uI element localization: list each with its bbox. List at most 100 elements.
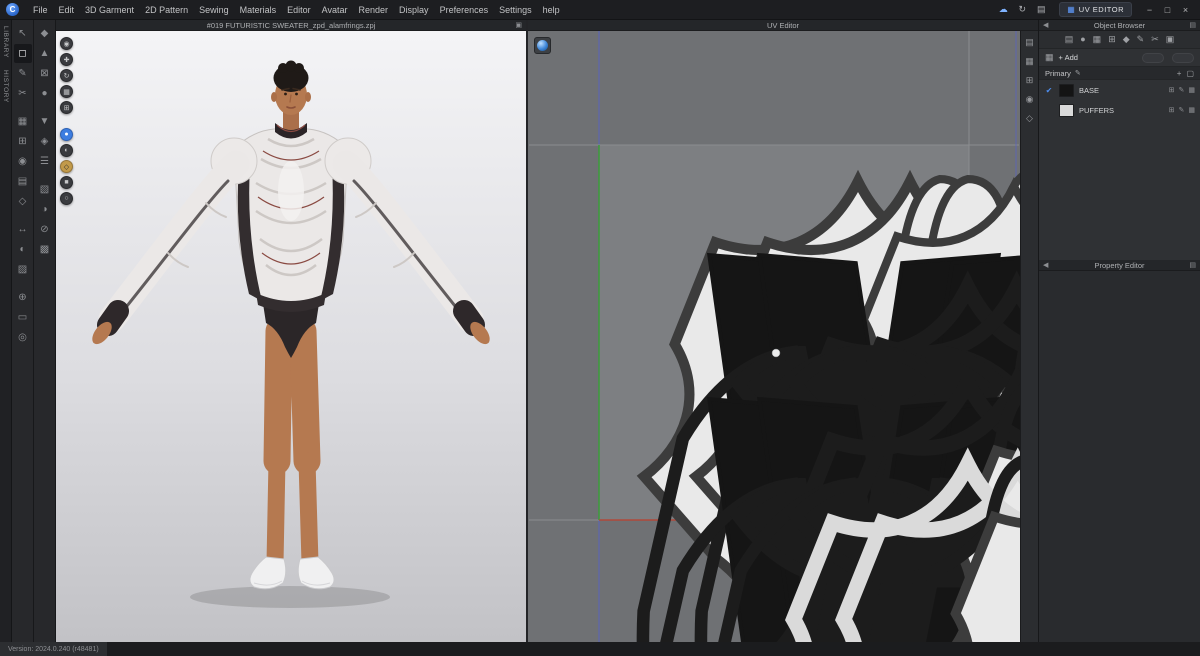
- cut-tool-icon[interactable]: ✂: [14, 84, 32, 103]
- flatten-tool-icon[interactable]: ▭: [14, 308, 32, 327]
- uv-pin-tool-icon[interactable]: ◉: [1023, 92, 1037, 106]
- layer-grid-icon[interactable]: ⊞: [1169, 86, 1175, 94]
- menu-help[interactable]: help: [538, 3, 565, 17]
- panel-menu-icon[interactable]: ▤: [1189, 262, 1196, 269]
- layer-more-icon[interactable]: ▦: [1188, 106, 1195, 114]
- menu-3d-garment[interactable]: 3D Garment: [80, 3, 139, 17]
- menu-materials[interactable]: Materials: [235, 3, 282, 17]
- half-view-icon[interactable]: ◑: [36, 200, 54, 219]
- avatar-tab-icon[interactable]: ●: [1080, 35, 1085, 44]
- fill-view-icon[interactable]: ▩: [36, 240, 54, 259]
- layer-row-puffers[interactable]: PUFFERS ⊞ ✎ ▦: [1039, 100, 1200, 120]
- panel-menu-icon[interactable]: ▤: [1189, 22, 1196, 29]
- fold-tool-icon[interactable]: ◐: [14, 240, 32, 259]
- grid-view-icon[interactable]: ⊠: [36, 64, 54, 83]
- uv-grid-tool-icon[interactable]: ▦: [1023, 54, 1037, 68]
- rename-icon[interactable]: ✎: [1075, 69, 1081, 77]
- layer-stack-icon: ▦: [1045, 52, 1054, 62]
- tape-tool-icon[interactable]: ▤: [14, 172, 32, 191]
- solid-view-icon[interactable]: ◆: [36, 24, 54, 43]
- window-minimize-button[interactable]: −: [1141, 2, 1158, 17]
- add-layer-button[interactable]: + Add: [1059, 53, 1078, 62]
- refresh-icon[interactable]: ↻: [1014, 3, 1030, 17]
- layer-edit-icon[interactable]: ✎: [1179, 86, 1185, 94]
- transform-tool-icon[interactable]: ◻: [13, 44, 32, 63]
- select-tool-icon[interactable]: ↖: [14, 24, 32, 43]
- pin-tool-icon[interactable]: ◉: [14, 152, 32, 171]
- panel-layout-icon[interactable]: ▤: [1033, 3, 1049, 17]
- skin-display-icon[interactable]: ◇: [60, 160, 73, 173]
- shade-view-icon[interactable]: ▧: [36, 180, 54, 199]
- shading-mode-icon[interactable]: ◐: [60, 144, 73, 157]
- smooth-tool-icon[interactable]: ◎: [14, 328, 32, 347]
- menu-2d-pattern[interactable]: 2D Pattern: [140, 3, 193, 17]
- collapse-panel-icon[interactable]: ◀: [1043, 22, 1048, 29]
- layer-view-icon[interactable]: ☰: [36, 152, 54, 171]
- mesh-view-icon[interactable]: ▲: [36, 44, 54, 63]
- check-icon[interactable]: ✔: [1044, 86, 1054, 95]
- texture-tool-icon[interactable]: ▨: [14, 260, 32, 279]
- workspace-selector[interactable]: ▦ UV EDITOR: [1059, 2, 1132, 17]
- uv-view-icon[interactable]: ◈: [36, 132, 54, 151]
- menu-editor[interactable]: Editor: [282, 3, 316, 17]
- folder-icon[interactable]: ▢: [1186, 69, 1194, 78]
- grade-tool-icon[interactable]: ◇: [14, 192, 32, 211]
- measure-tool-icon[interactable]: ↔: [14, 220, 32, 239]
- point-view-icon[interactable]: ●: [36, 84, 54, 103]
- show-grid-icon[interactable]: ⊞: [60, 101, 73, 114]
- add-set-icon[interactable]: +: [1177, 69, 1182, 78]
- uv-canvas[interactable]: 1: [528, 31, 1020, 642]
- hide-view-icon[interactable]: ⊘: [36, 220, 54, 239]
- scene-tab-icon[interactable]: ▣: [1166, 35, 1175, 44]
- collapse-panel-icon[interactable]: ◀: [1043, 262, 1048, 269]
- sew-tool-icon[interactable]: ⊞: [14, 132, 32, 151]
- pin-panel-icon[interactable]: ▣: [515, 22, 522, 29]
- copy-layer-button-disabled[interactable]: [1142, 52, 1164, 63]
- menu-display[interactable]: Display: [394, 3, 434, 17]
- uv-list-tool-icon[interactable]: ▤: [1023, 35, 1037, 49]
- move-tool-icon[interactable]: ✚: [60, 53, 73, 66]
- garment-display-icon[interactable]: ■: [60, 176, 73, 189]
- rotate-tool-icon[interactable]: ↻: [60, 69, 73, 82]
- menu-preferences[interactable]: Preferences: [435, 3, 494, 17]
- menu-file[interactable]: File: [28, 3, 53, 17]
- cloud-sync-icon[interactable]: ☁: [995, 3, 1011, 17]
- menu-avatar[interactable]: Avatar: [317, 3, 353, 17]
- pen-tool-icon[interactable]: ✎: [14, 64, 32, 83]
- normal-view-icon[interactable]: ▼: [36, 112, 54, 131]
- window-close-button[interactable]: ×: [1177, 2, 1194, 17]
- uv-snap-tool-icon[interactable]: ⊞: [1023, 73, 1037, 87]
- uv-tab-icon[interactable]: ⊞: [1108, 35, 1116, 44]
- layer-swatch[interactable]: [1059, 83, 1074, 97]
- layer-row-base[interactable]: ✔ BASE ⊞ ✎ ▦: [1039, 80, 1200, 100]
- delete-layer-button-disabled[interactable]: [1172, 52, 1194, 63]
- layer-more-icon[interactable]: ▦: [1188, 86, 1195, 94]
- garment-tab-icon[interactable]: ▤: [1065, 35, 1074, 44]
- 3d-viewport-canvas[interactable]: ◉ ✚ ↻ ▦ ⊞ ● ◐ ◇ ■ ○: [56, 31, 526, 642]
- edit-tab-icon[interactable]: ✎: [1137, 35, 1145, 44]
- menu-settings[interactable]: Settings: [494, 3, 537, 17]
- zoom-tool-icon[interactable]: ⊕: [14, 288, 32, 307]
- history-panel-tab[interactable]: HISTORY: [2, 70, 9, 103]
- fabric-tab-icon[interactable]: ▦: [1093, 35, 1102, 44]
- layer-swatch[interactable]: [1059, 103, 1074, 117]
- layer-grid-icon[interactable]: ⊞: [1169, 106, 1175, 114]
- cut-tab-icon[interactable]: ✂: [1151, 35, 1159, 44]
- uv-editor-header: UV Editor: [528, 20, 1038, 31]
- uv-set-section-bar[interactable]: Primary ✎ + ▢: [1039, 67, 1200, 80]
- uv-3d-preview-toggle[interactable]: [534, 37, 551, 54]
- show-mesh-icon[interactable]: ▦: [60, 85, 73, 98]
- active-display-mode-icon[interactable]: ●: [60, 128, 73, 141]
- left-toolbar-primary: ↖ ◻ ✎ ✂ ▦ ⊞ ◉ ▤ ◇ ↔ ◐ ▨ ⊕ ▭ ◎: [12, 20, 34, 642]
- menu-sewing[interactable]: Sewing: [194, 3, 234, 17]
- uv-align-tool-icon[interactable]: ◇: [1023, 111, 1037, 125]
- avatar-display-icon[interactable]: ○: [60, 192, 73, 205]
- layer-edit-icon[interactable]: ✎: [1179, 106, 1185, 114]
- menu-edit[interactable]: Edit: [54, 3, 80, 17]
- gizmo-tool-icon[interactable]: ◉: [60, 37, 73, 50]
- window-maximize-button[interactable]: □: [1159, 2, 1176, 17]
- trim-tab-icon[interactable]: ◆: [1123, 35, 1130, 44]
- library-panel-tab[interactable]: LIBRARY: [2, 26, 9, 58]
- menu-render[interactable]: Render: [354, 3, 394, 17]
- pattern-tool-icon[interactable]: ▦: [14, 112, 32, 131]
